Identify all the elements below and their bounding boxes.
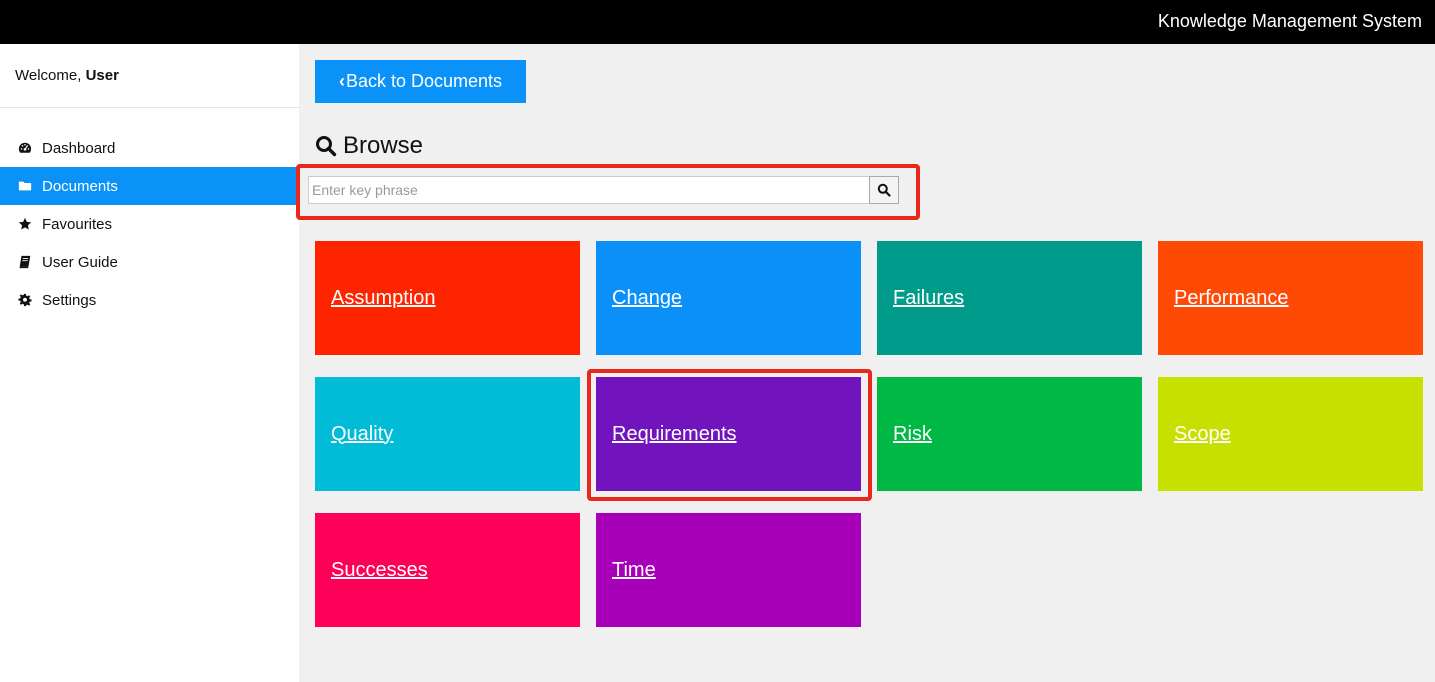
- sidebar-item-label: Settings: [42, 291, 97, 309]
- search-icon: [316, 136, 337, 157]
- category-tile-quality[interactable]: Quality: [315, 377, 580, 491]
- main-content: ‹ Back to Documents Browse Assumption Ch…: [296, 44, 1435, 682]
- search-input[interactable]: [308, 176, 870, 204]
- sidebar: Welcome, User Dashboard Documents Favour…: [0, 44, 299, 682]
- welcome-message: Welcome, User: [0, 44, 299, 108]
- dashboard-icon: [17, 140, 33, 156]
- back-button-label: Back to Documents: [345, 71, 503, 91]
- chevron-left-icon: ‹: [338, 71, 345, 91]
- category-tile-performance[interactable]: Performance: [1158, 241, 1423, 355]
- category-tile-successes[interactable]: Successes: [315, 513, 580, 627]
- category-link[interactable]: Scope: [1174, 423, 1231, 446]
- welcome-prefix: Welcome,: [15, 67, 82, 84]
- category-tile-time[interactable]: Time: [596, 513, 861, 627]
- category-link[interactable]: Successes: [331, 559, 428, 582]
- category-tile-risk[interactable]: Risk: [877, 377, 1142, 491]
- category-tile-change[interactable]: Change: [596, 241, 861, 355]
- star-icon: [17, 216, 33, 232]
- category-link[interactable]: Assumption: [331, 287, 436, 310]
- category-link[interactable]: Performance: [1174, 287, 1289, 310]
- book-icon: [17, 254, 33, 270]
- category-tile-assumption[interactable]: Assumption: [315, 241, 580, 355]
- search-button[interactable]: [869, 176, 899, 204]
- app-title: Knowledge Management System: [1157, 11, 1422, 31]
- category-link[interactable]: Failures: [893, 287, 964, 310]
- category-link[interactable]: Risk: [893, 423, 932, 446]
- browse-heading: Browse: [315, 132, 423, 160]
- search-icon: [877, 183, 891, 197]
- sidebar-item-documents[interactable]: Documents: [0, 167, 299, 205]
- category-link[interactable]: Quality: [331, 423, 393, 446]
- search-highlight-box: [296, 164, 920, 220]
- sidebar-item-label: User Guide: [42, 253, 118, 271]
- sidebar-item-label: Favourites: [42, 215, 113, 233]
- sidebar-nav: Dashboard Documents Favourites User Guid…: [0, 129, 299, 319]
- sidebar-item-label: Documents: [42, 177, 118, 195]
- sidebar-item-settings[interactable]: Settings: [0, 281, 299, 319]
- sidebar-item-favourites[interactable]: Favourites: [0, 205, 299, 243]
- category-link[interactable]: Time: [612, 559, 656, 582]
- category-tile-scope[interactable]: Scope: [1158, 377, 1423, 491]
- requirements-highlight-box: [587, 369, 872, 501]
- welcome-username: User: [85, 67, 119, 84]
- folder-icon: [17, 178, 33, 194]
- sidebar-item-dashboard[interactable]: Dashboard: [0, 129, 299, 167]
- sidebar-item-label: Dashboard: [42, 139, 116, 157]
- top-bar: Knowledge Management System: [0, 0, 1435, 44]
- category-link[interactable]: Change: [612, 287, 682, 310]
- gear-icon: [17, 292, 33, 308]
- page-title: Browse: [343, 132, 424, 159]
- category-tile-failures[interactable]: Failures: [877, 241, 1142, 355]
- sidebar-item-user-guide[interactable]: User Guide: [0, 243, 299, 281]
- back-to-documents-button[interactable]: ‹ Back to Documents: [315, 60, 526, 103]
